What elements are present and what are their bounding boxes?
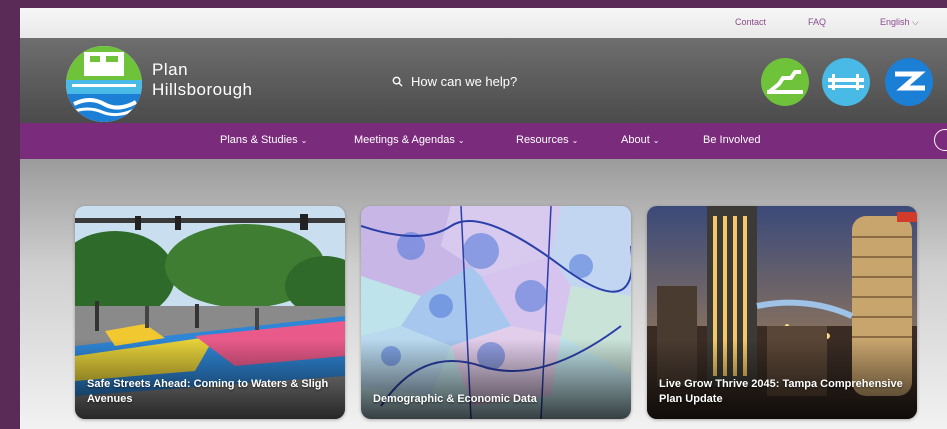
nav-label: About xyxy=(621,134,650,146)
chevron-down-icon: ⌵ xyxy=(912,17,919,27)
chevron-down-icon: ⌄ xyxy=(300,136,308,145)
chevron-down-icon: ⌄ xyxy=(571,136,579,145)
nav-item-plans-studies[interactable]: Plans & Studies ⌄ xyxy=(220,134,307,146)
card-title: Safe Streets Ahead: Coming to Waters & S… xyxy=(87,378,329,405)
card-live-grow-thrive[interactable]: Live Grow Thrive 2045: Tampa Comprehensi… xyxy=(647,206,917,419)
nav-menu-button[interactable] xyxy=(934,129,947,151)
search-icon xyxy=(392,76,403,87)
river-icon[interactable] xyxy=(885,58,933,106)
chevron-down-icon: ⌄ xyxy=(457,136,465,145)
bridge-icon[interactable] xyxy=(822,58,870,106)
nav-item-be-involved[interactable]: Be Involved xyxy=(703,134,760,146)
bicycle-icon[interactable] xyxy=(761,58,809,106)
card-demographic-data[interactable]: Demographic & Economic Data xyxy=(361,206,631,419)
site-header: Plan Hillsborough How can we help? xyxy=(20,38,947,123)
language-label: English xyxy=(880,17,910,27)
brand-line-2: Hillsborough xyxy=(152,80,253,99)
nav-item-meetings-agendas[interactable]: Meetings & Agendas ⌄ xyxy=(354,134,465,146)
brand-name[interactable]: Plan Hillsborough xyxy=(152,60,253,100)
hero-section: Safe Streets Ahead: Coming to Waters & S… xyxy=(20,159,947,429)
nav-item-about[interactable]: About ⌄ xyxy=(621,134,659,146)
search-trigger[interactable]: How can we help? xyxy=(392,70,517,92)
nav-item-resources[interactable]: Resources ⌄ xyxy=(516,134,578,146)
utility-bar: Contact FAQ English ⌵ xyxy=(20,8,947,38)
chevron-down-icon: ⌄ xyxy=(652,136,660,145)
nav-label: Plans & Studies xyxy=(220,134,298,146)
faq-link[interactable]: FAQ xyxy=(808,17,826,27)
card-safe-streets[interactable]: Safe Streets Ahead: Coming to Waters & S… xyxy=(75,206,345,419)
nav-label: Resources xyxy=(516,134,569,146)
card-title: Demographic & Economic Data xyxy=(373,393,537,405)
nav-label: Be Involved xyxy=(703,134,761,146)
page-frame: Contact FAQ English ⌵ Plan Hillsborough xyxy=(20,8,947,429)
logo-icon[interactable] xyxy=(66,46,142,122)
language-selector[interactable]: English ⌵ xyxy=(880,17,919,28)
search-label: How can we help? xyxy=(411,73,518,89)
contact-link[interactable]: Contact xyxy=(735,17,766,27)
card-shade xyxy=(361,339,631,419)
nav-label: Meetings & Agendas xyxy=(354,134,455,146)
main-nav: Plans & Studies ⌄ Meetings & Agendas ⌄ Res… xyxy=(20,123,947,159)
brand-line-1: Plan xyxy=(152,60,189,79)
card-title: Live Grow Thrive 2045: Tampa Comprehensi… xyxy=(659,378,903,405)
